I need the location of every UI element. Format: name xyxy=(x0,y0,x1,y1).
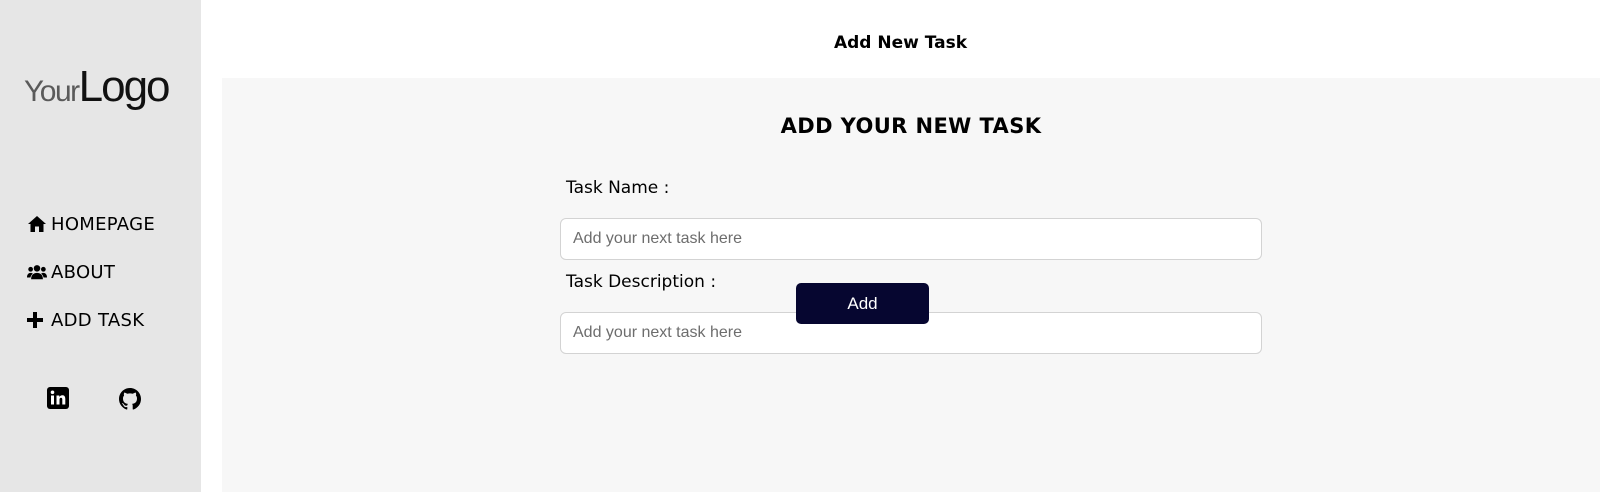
linkedin-icon[interactable] xyxy=(47,387,71,411)
main-content: Add New Task ADD YOUR NEW TASK Task Name… xyxy=(201,0,1600,492)
add-task-form: Task Name : Task Description : xyxy=(560,178,1262,366)
sidebar-item-add-task[interactable]: ADD TASK xyxy=(27,307,155,333)
github-icon[interactable] xyxy=(118,387,142,411)
home-icon xyxy=(27,214,47,234)
page-title: Add New Task xyxy=(833,33,968,53)
panel-heading: ADD YOUR NEW TASK xyxy=(780,114,1042,138)
social-links xyxy=(47,387,142,411)
sidebar-item-homepage[interactable]: HOMEPAGE xyxy=(27,211,155,237)
add-button[interactable]: Add xyxy=(796,283,929,324)
add-task-panel: ADD YOUR NEW TASK Task Name : Task Descr… xyxy=(222,78,1600,492)
sidebar: Your Logo HOMEPAGE ABOUT ADD TASK xyxy=(0,0,201,492)
app: Your Logo HOMEPAGE ABOUT ADD TASK Add Ne… xyxy=(0,0,1600,492)
sidebar-item-homepage-label: HOMEPAGE xyxy=(51,213,156,235)
logo-logo-text: Logo xyxy=(78,62,171,111)
sidebar-item-about-label: ABOUT xyxy=(51,261,116,283)
task-name-input[interactable] xyxy=(560,218,1262,260)
logo[interactable]: Your Logo xyxy=(24,62,171,112)
plus-icon xyxy=(27,310,47,330)
sidebar-nav: HOMEPAGE ABOUT ADD TASK xyxy=(27,211,155,355)
sidebar-item-add-task-label: ADD TASK xyxy=(51,309,145,331)
logo-your-text: Your xyxy=(24,75,80,108)
task-name-label: Task Name : xyxy=(566,178,670,198)
users-icon xyxy=(27,262,47,282)
sidebar-item-about[interactable]: ABOUT xyxy=(27,259,155,285)
